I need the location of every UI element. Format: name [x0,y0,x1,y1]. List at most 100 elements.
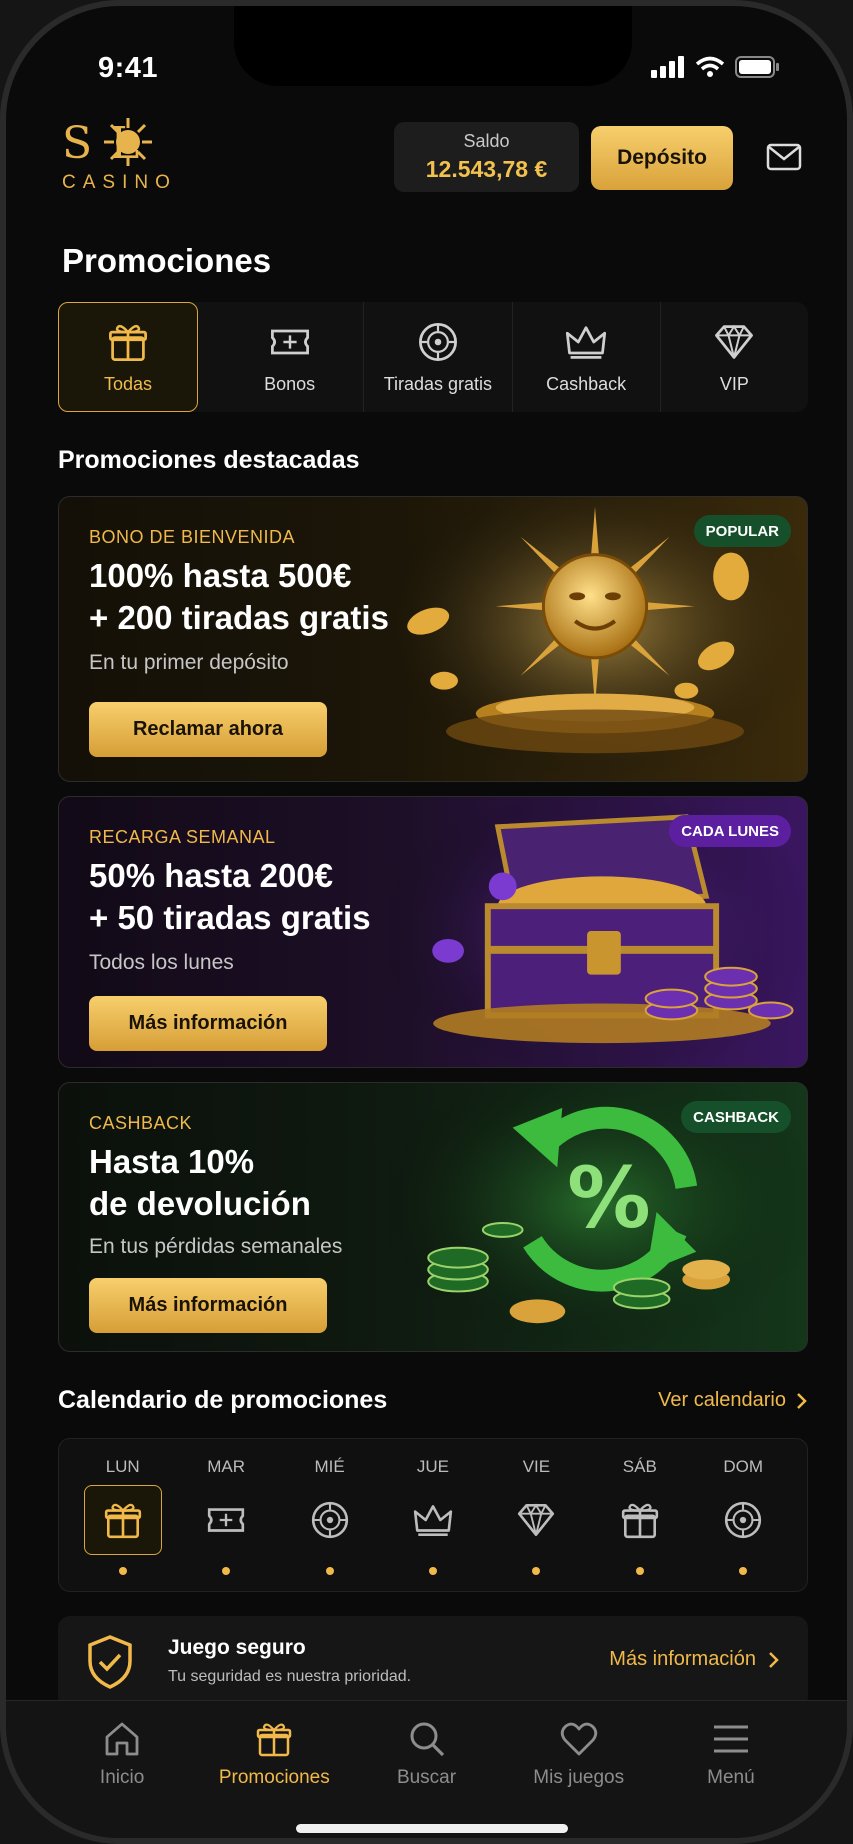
tab-label: Mis juegos [533,1767,625,1788]
promo-kicker: CASHBACK [89,1113,193,1133]
tab-label: Promociones [218,1767,330,1788]
tab-label: Buscar [396,1767,457,1788]
safe-gaming-banner[interactable]: Juego seguro Tu seguridad es nuestra pri… [58,1616,808,1708]
promo-card-cashback[interactable]: % CASHBACK CASHBACK Hasta 10% de devoluc… [58,1082,808,1352]
category-label: Cashback [546,373,627,394]
view-calendar-label: Ver calendario [658,1389,786,1411]
logo-subtitle: CASINO [62,172,177,193]
category-tab-todas[interactable]: Todas [58,302,198,412]
day-label: JUE [416,1457,450,1476]
promo-card-reload[interactable]: CADA LUNES RECARGA SEMANAL 50% hasta 200… [58,796,808,1068]
category-label: Tiradas gratis [383,373,493,394]
more-info-button[interactable]: Más información [89,996,327,1051]
day-label: SÁB [622,1457,657,1476]
promo-badge: CADA LUNES [669,815,791,847]
calendar-title: Calendario de promociones [58,1386,388,1414]
day-dot [118,1567,127,1575]
category-tab-vip[interactable]: VIP [661,302,808,412]
day-icon-box [497,1485,575,1555]
calendar-day-sáb[interactable]: SÁB [588,1439,691,1591]
tab-mis-juegos[interactable]: Mis juegos [503,1701,655,1838]
category-tab-cashback[interactable]: Cashback [513,302,661,412]
day-dot [428,1567,437,1575]
claim-now-button[interactable]: Reclamar ahora [89,702,327,757]
calendar-day-dom[interactable]: DOM [692,1439,795,1591]
day-label: MIÉ [314,1457,345,1476]
calendar-day-vie[interactable]: VIE [485,1439,588,1591]
balance-box[interactable]: Saldo 12.543,78 € [394,122,579,192]
day-dot [325,1567,334,1575]
promo-subtitle: En tus pérdidas semanales [89,1235,343,1258]
day-label: LUN [105,1457,140,1476]
calendar-day-lun[interactable]: LUN [71,1439,174,1591]
sun-logo-icon [104,118,152,166]
day-icon-box [394,1485,472,1555]
crown-icon [566,325,607,359]
day-label: VIE [522,1457,551,1476]
chevron-right-icon [797,1392,807,1409]
promo-subtitle: En tu primer depósito [89,651,289,674]
app-header: S L CASINO Saldo 12.543,78 € Depósito [6,106,847,216]
promo-calendar: LUN MAR MIÉ JUE VIE SÁB DOM [58,1438,808,1592]
category-tab-bonos[interactable]: Bonos [216,302,365,412]
chip-icon [311,1501,348,1539]
chevron-right-icon [769,1651,779,1668]
category-label: VIP [719,373,749,394]
gift-icon [621,1503,658,1539]
category-label: Todas [103,373,153,394]
home-icon [105,1722,139,1756]
calendar-day-mar[interactable]: MAR [174,1439,277,1591]
ticket-icon [270,329,309,354]
promo-card-welcome[interactable]: POPULAR BONO DE BIENVENIDA 100% hasta 50… [58,496,808,782]
tab-promociones[interactable]: Promociones [198,1701,350,1838]
mail-icon[interactable] [766,142,802,172]
day-icon-box [187,1485,265,1555]
day-dot [635,1567,644,1575]
chip-icon [725,1501,762,1539]
more-info-button[interactable]: Más información [89,1278,327,1333]
promo-title: 50% hasta 200€ + 50 tiradas gratis [89,857,371,936]
tab-buscar[interactable]: Buscar [350,1701,502,1838]
svg-text:%: % [567,1150,651,1247]
sol-casino-logo[interactable]: S L CASINO [58,110,188,200]
day-icon-box [291,1485,369,1555]
tab-menú[interactable]: Menú [655,1701,807,1838]
status-icons [651,56,781,78]
day-dot [532,1567,541,1575]
bottom-tab-bar: Inicio Promociones Buscar Mis juegos Menú [6,1700,847,1838]
day-icon-box [704,1485,782,1555]
view-calendar-link[interactable]: Ver calendario [658,1389,808,1412]
tab-inicio[interactable]: Inicio [46,1701,198,1838]
safe-more-info-link[interactable]: Más información [609,1648,780,1671]
category-tab-tiradas-gratis[interactable]: Tiradas gratis [364,302,513,412]
day-icon-box [601,1485,679,1555]
safe-title: Juego seguro [168,1636,306,1659]
chip-icon [418,322,457,361]
promo-badge: CASHBACK [681,1101,791,1133]
tab-label: Inicio [99,1767,145,1788]
search-icon [410,1722,444,1757]
calendar-day-jue[interactable]: JUE [381,1439,484,1591]
heart-icon [560,1722,597,1756]
promo-kicker: BONO DE BIENVENIDA [89,527,296,547]
deposit-button[interactable]: Depósito [591,126,733,190]
signal-icon [651,56,684,78]
safe-subtitle: Tu seguridad es nuestra prioridad. [168,1668,412,1685]
wifi-icon [695,56,725,77]
promo-title: Hasta 10% de devolución [89,1143,311,1222]
gift-icon [104,1503,141,1539]
safe-link-label: Más información [609,1648,756,1670]
promo-badge: POPULAR [693,515,791,547]
promo-title: 100% hasta 500€ + 200 tiradas gratis [89,557,389,636]
gift-icon [257,1723,292,1757]
day-label: MAR [207,1457,246,1476]
crown-icon [413,1505,453,1537]
day-dot [222,1567,231,1575]
day-dot [739,1567,748,1575]
day-label: DOM [723,1457,764,1476]
diamond-icon [715,324,754,359]
gift-icon [109,324,147,361]
promo-kicker: RECARGA SEMANAL [89,827,276,847]
ticket-icon [208,1508,245,1532]
calendar-day-mié[interactable]: MIÉ [278,1439,381,1591]
